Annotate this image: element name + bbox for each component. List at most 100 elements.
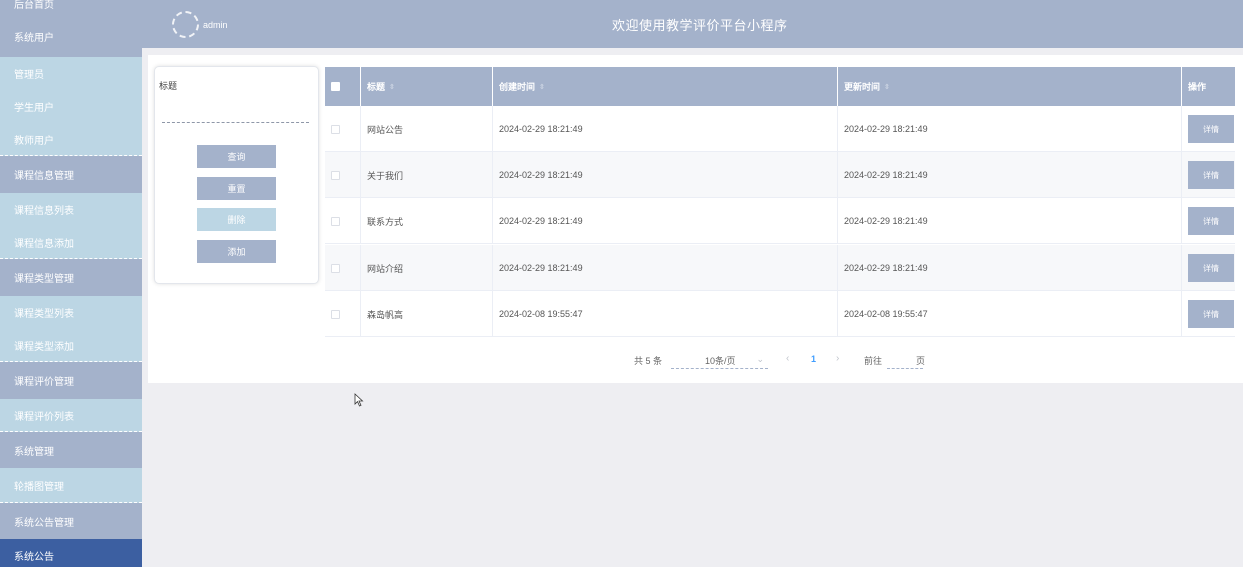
sidebar-item-label: 学生用户 — [14, 103, 54, 114]
sidebar-item-label: 课程评价列表 — [14, 411, 74, 423]
username[interactable]: admin — [203, 20, 228, 30]
cell-actions: 详情 — [1182, 106, 1235, 152]
sidebar-item-course-info-list[interactable]: 课程信息列表 — [0, 193, 142, 226]
search-title-input[interactable] — [162, 107, 309, 123]
cell-actions: 详情 — [1182, 245, 1235, 291]
sidebar-item-course-info-add[interactable]: 课程信息添加 — [0, 226, 142, 259]
row-checkbox[interactable] — [331, 309, 340, 319]
detail-button[interactable]: 详情 — [1188, 161, 1234, 189]
cell-updated: 2024-02-29 18:21:49 — [838, 152, 1182, 198]
table-row: 联系方式 2024-02-29 18:21:49 2024-02-29 18:2… — [325, 198, 1235, 244]
cell-updated: 2024-02-29 18:21:49 — [838, 106, 1182, 152]
column-header-updated[interactable]: 更新时间 ⇳ — [838, 67, 1182, 106]
add-button[interactable]: 添加 — [197, 240, 276, 263]
cell-title: 森岛帆高 — [361, 291, 493, 337]
sidebar-group-course-type[interactable]: 课程类型管理 — [0, 259, 142, 296]
sidebar-item-label: 系统公告 — [14, 551, 54, 563]
detail-button[interactable]: 详情 — [1188, 115, 1234, 143]
cell-actions: 详情 — [1182, 152, 1235, 198]
sort-icon[interactable]: ⇳ — [884, 83, 890, 91]
sidebar-item-label: 课程类型管理 — [14, 274, 74, 285]
row-checkbox[interactable] — [331, 124, 340, 134]
sidebar-item-label: 轮播图管理 — [14, 481, 64, 493]
column-header-created[interactable]: 创建时间 ⇳ — [493, 67, 838, 106]
select-all-checkbox[interactable] — [331, 82, 340, 91]
page-title: 欢迎使用教学评价平台小程序 — [612, 18, 788, 33]
sidebar-item-label: 教师用户 — [14, 135, 54, 147]
row-select-cell — [325, 245, 361, 291]
cell-updated: 2024-02-29 18:21:49 — [838, 245, 1182, 291]
cell-actions: 详情 — [1182, 291, 1235, 337]
row-select-cell — [325, 152, 361, 198]
cell-created: 2024-02-29 18:21:49 — [493, 152, 838, 198]
page-unit-label: 页 — [916, 356, 926, 366]
page-size-select[interactable]: 10条/页 ⌄ — [671, 352, 768, 369]
sidebar-item-label: 课程信息管理 — [14, 171, 74, 182]
sidebar-group-course-info[interactable]: 课程信息管理 — [0, 156, 142, 193]
sidebar-group-system-users[interactable]: 系统用户 — [0, 16, 142, 57]
row-checkbox[interactable] — [331, 216, 340, 226]
detail-button[interactable]: 详情 — [1188, 300, 1234, 328]
sort-icon[interactable]: ⇳ — [539, 83, 545, 91]
query-button[interactable]: 查询 — [197, 145, 276, 168]
cell-created: 2024-02-29 18:21:49 — [493, 245, 838, 291]
column-header-actions: 操作 — [1182, 67, 1235, 106]
loading-spinner-icon — [172, 11, 199, 38]
column-header-title[interactable]: 标题 ⇳ — [361, 67, 493, 106]
sidebar-item-label: 课程类型列表 — [14, 309, 74, 320]
cell-title: 联系方式 — [361, 198, 493, 244]
sidebar-item-course-review-list[interactable]: 课程评价列表 — [0, 399, 142, 432]
sidebar-item-carousel[interactable]: 轮播图管理 — [0, 468, 142, 503]
sidebar-item-label: 课程类型添加 — [14, 341, 74, 353]
row-select-cell — [325, 106, 361, 152]
row-checkbox[interactable] — [331, 170, 340, 180]
column-header-label: 标题 — [367, 82, 386, 92]
detail-button[interactable]: 详情 — [1188, 254, 1234, 282]
row-checkbox[interactable] — [331, 263, 340, 273]
column-header-label: 创建时间 — [499, 82, 536, 92]
page-number-current[interactable]: 1 — [811, 354, 816, 364]
reset-button[interactable]: 重置 — [197, 177, 276, 200]
prev-page-button[interactable]: ‹ — [786, 353, 789, 364]
table-row: 网站公告 2024-02-29 18:21:49 2024-02-29 18:2… — [325, 106, 1235, 152]
sidebar-group-course-review[interactable]: 课程评价管理 — [0, 362, 142, 399]
sidebar-item-announcement[interactable]: 系统公告 — [0, 539, 142, 567]
sidebar-item-label: 系统管理 — [14, 446, 54, 458]
pagination-total: 共 5 条 — [634, 356, 663, 366]
sidebar-item-students[interactable]: 学生用户 — [0, 90, 142, 123]
cell-actions: 详情 — [1182, 198, 1235, 244]
select-all-cell — [325, 67, 361, 106]
sidebar-item-teachers[interactable]: 教师用户 — [0, 123, 142, 156]
cell-title: 网站介绍 — [361, 245, 493, 291]
mouse-cursor-icon — [354, 393, 364, 407]
sidebar-item-label: 课程信息添加 — [14, 238, 74, 250]
detail-button[interactable]: 详情 — [1188, 207, 1234, 235]
sidebar-item-course-type-add[interactable]: 课程类型添加 — [0, 329, 142, 362]
cell-updated: 2024-02-08 19:55:47 — [838, 291, 1182, 337]
sidebar-group-system-management[interactable]: 系统管理 — [0, 432, 142, 468]
table-header: 标题 ⇳ 创建时间 ⇳ 更新时间 ⇳ 操作 — [325, 67, 1235, 106]
cell-title: 关于我们 — [361, 152, 493, 198]
table-row: 网站介绍 2024-02-29 18:21:49 2024-02-29 18:2… — [325, 245, 1235, 291]
sidebar: 后台首页 系统用户 管理员 学生用户 教师用户 课程信息管理 课程信息列表 课程… — [0, 0, 142, 567]
page-size-value: 10条/页 — [705, 356, 736, 366]
sidebar-item-label: 后台首页 — [14, 0, 54, 11]
next-page-button[interactable]: › — [836, 353, 839, 364]
sidebar-item-label: 系统用户 — [14, 33, 54, 44]
cell-created: 2024-02-29 18:21:49 — [493, 106, 838, 152]
table-row: 森岛帆高 2024-02-08 19:55:47 2024-02-08 19:5… — [325, 291, 1235, 337]
sidebar-item-label: 管理员 — [14, 70, 44, 81]
search-panel: 标题 查询 重置 删除 添加 — [154, 66, 319, 284]
cell-title: 网站公告 — [361, 106, 493, 152]
sort-icon[interactable]: ⇳ — [389, 83, 395, 91]
search-title-label: 标题 — [159, 81, 178, 91]
sidebar-group-announcements[interactable]: 系统公告管理 — [0, 503, 142, 539]
row-select-cell — [325, 291, 361, 337]
sidebar-item-admin[interactable]: 管理员 — [0, 57, 142, 90]
chevron-down-icon: ⌄ — [756, 354, 764, 364]
column-header-label: 操作 — [1188, 82, 1207, 92]
top-header: admin 欢迎使用教学评价平台小程序 — [142, 0, 1243, 48]
sidebar-item-course-type-list[interactable]: 课程类型列表 — [0, 296, 142, 329]
delete-button[interactable]: 删除 — [197, 208, 276, 231]
sidebar-item-home[interactable]: 后台首页 — [0, 0, 142, 16]
